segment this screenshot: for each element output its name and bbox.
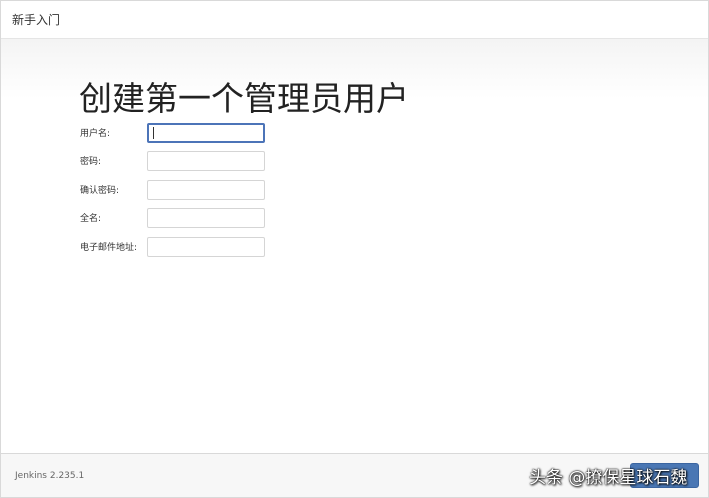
confirm-password-input[interactable] xyxy=(147,180,265,200)
watermark-text: 头条 @撩保星球石魏 xyxy=(529,468,688,488)
version-label: Jenkins 2.235.1 xyxy=(15,471,85,481)
username-input[interactable] xyxy=(147,123,265,143)
header-title: 新手入门 xyxy=(12,13,61,27)
fullname-label: 全名: xyxy=(80,214,102,224)
confirm-password-label: 确认密码: xyxy=(80,186,120,196)
email-label: 电子邮件地址: xyxy=(80,243,138,253)
username-label: 用户名: xyxy=(80,129,111,139)
wizard-content: 创建第一个管理员用户 用户名: 密码: 确认密码: 全名: 电子邮件地址: xyxy=(1,39,708,453)
password-input[interactable] xyxy=(147,151,265,171)
email-input[interactable] xyxy=(147,237,265,257)
setup-wizard-window: 新手入门 创建第一个管理员用户 用户名: 密码: 确认密码: 全名: 电子邮件地… xyxy=(0,0,709,498)
password-label: 密码: xyxy=(80,157,102,167)
wizard-header: 新手入门 xyxy=(1,1,708,39)
fullname-input[interactable] xyxy=(147,208,265,228)
text-caret xyxy=(153,127,154,139)
page-title: 创建第一个管理员用户 xyxy=(79,79,409,118)
